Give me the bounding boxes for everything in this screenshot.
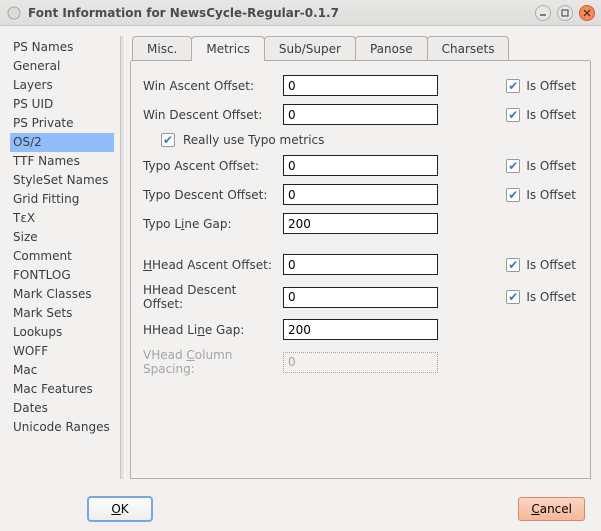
is-offset-label: Is Offset — [526, 188, 576, 202]
minimize-button[interactable] — [535, 5, 551, 21]
hhead-linegap-input[interactable] — [283, 319, 438, 340]
hhead-descent-input[interactable] — [283, 287, 438, 308]
win-ascent-label: Win Ascent Offset: — [143, 79, 283, 93]
is-offset-label: Is Offset — [526, 108, 576, 122]
sidebar-item[interactable]: FONTLOG — [10, 266, 114, 285]
tab[interactable]: Metrics — [191, 36, 265, 61]
sidebar-item[interactable]: StyleSet Names — [10, 171, 114, 190]
vhead-column-spacing-input — [283, 352, 438, 373]
really-use-typo-checkbox[interactable]: ✔ — [161, 133, 175, 147]
tab[interactable]: Charsets — [427, 36, 510, 61]
cancel-button[interactable]: Cancel — [518, 497, 585, 521]
sidebar-item[interactable]: Dates — [10, 399, 114, 418]
hhead-ascent-isoffset-checkbox[interactable]: ✔ — [506, 258, 520, 272]
tab[interactable]: Misc. — [132, 36, 192, 61]
sidebar-item[interactable]: Comment — [10, 247, 114, 266]
vertical-divider — [114, 36, 130, 479]
typo-descent-isoffset-checkbox[interactable]: ✔ — [506, 188, 520, 202]
sidebar-item[interactable]: Mac — [10, 361, 114, 380]
win-descent-isoffset-checkbox[interactable]: ✔ — [506, 108, 520, 122]
sidebar-item[interactable]: Layers — [10, 76, 114, 95]
typo-ascent-label: Typo Ascent Offset: — [143, 159, 283, 173]
really-use-typo-label: Really use Typo metrics — [183, 133, 324, 147]
typo-ascent-isoffset-checkbox[interactable]: ✔ — [506, 159, 520, 173]
sidebar-item[interactable]: WOFF — [10, 342, 114, 361]
sidebar: PS NamesGeneralLayersPS UIDPS PrivateOS/… — [10, 36, 114, 479]
hhead-descent-isoffset-checkbox[interactable]: ✔ — [506, 290, 520, 304]
sidebar-item[interactable]: OS/2 — [10, 133, 114, 152]
sidebar-item[interactable]: Grid Fitting — [10, 190, 114, 209]
sidebar-item[interactable]: Size — [10, 228, 114, 247]
vhead-column-spacing-label: VHead Column Spacing: — [143, 348, 283, 376]
sidebar-item[interactable]: Mark Sets — [10, 304, 114, 323]
sidebar-item[interactable]: PS UID — [10, 95, 114, 114]
win-descent-label: Win Descent Offset: — [143, 108, 283, 122]
sidebar-item[interactable]: Mac Features — [10, 380, 114, 399]
app-icon — [6, 5, 22, 21]
window-title: Font Information for NewsCycle-Regular-0… — [28, 6, 535, 20]
sidebar-item[interactable]: Lookups — [10, 323, 114, 342]
is-offset-label: Is Offset — [526, 79, 576, 93]
is-offset-label: Is Offset — [526, 159, 576, 173]
titlebar: Font Information for NewsCycle-Regular-0… — [0, 0, 601, 26]
win-ascent-input[interactable] — [283, 75, 438, 96]
hhead-descent-label: HHead Descent Offset: — [143, 283, 283, 311]
sidebar-item[interactable]: PS Private — [10, 114, 114, 133]
sidebar-item[interactable]: Mark Classes — [10, 285, 114, 304]
tab[interactable]: Panose — [355, 36, 428, 61]
sidebar-item[interactable]: TεX — [10, 209, 114, 228]
win-ascent-isoffset-checkbox[interactable]: ✔ — [506, 79, 520, 93]
hhead-ascent-input[interactable] — [283, 254, 438, 275]
is-offset-label: Is Offset — [526, 290, 576, 304]
sidebar-item[interactable]: TTF Names — [10, 152, 114, 171]
sidebar-item[interactable]: Unicode Ranges — [10, 418, 114, 437]
ok-button[interactable]: OK — [88, 497, 152, 521]
hhead-ascent-label: HHead Ascent Offset: — [143, 258, 283, 272]
win-descent-input[interactable] — [283, 104, 438, 125]
typo-descent-input[interactable] — [283, 184, 438, 205]
tab[interactable]: Sub/Super — [264, 36, 356, 61]
typo-descent-label: Typo Descent Offset: — [143, 188, 283, 202]
sidebar-item[interactable]: PS Names — [10, 38, 114, 57]
hhead-linegap-label: HHead Line Gap: — [143, 323, 283, 337]
typo-linegap-input[interactable] — [283, 213, 438, 234]
is-offset-label: Is Offset — [526, 258, 576, 272]
typo-ascent-input[interactable] — [283, 155, 438, 176]
maximize-button[interactable] — [557, 5, 573, 21]
tab-panel-metrics: Win Ascent Offset: ✔ Is Offset Win Desce… — [130, 61, 591, 479]
sidebar-item[interactable]: General — [10, 57, 114, 76]
typo-linegap-label: Typo Line Gap: — [143, 217, 283, 231]
close-button[interactable] — [579, 5, 595, 21]
tabs: Misc.MetricsSub/SuperPanoseCharsets — [130, 36, 591, 61]
